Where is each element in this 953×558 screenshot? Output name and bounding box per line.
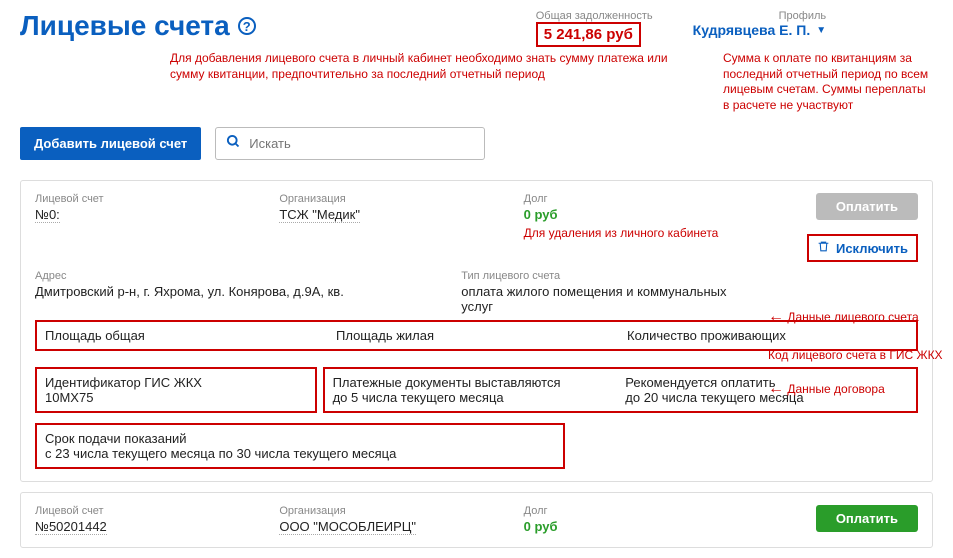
area-total-label: Площадь общая (45, 328, 326, 343)
area-living-label: Площадь жилая (336, 328, 617, 343)
annot-account-data: ← Данные лицевого счета (768, 308, 953, 326)
debt-label: Долг (524, 505, 760, 517)
total-debt-value: 5 241,86 руб (536, 22, 641, 47)
account-number[interactable]: №50201442 (35, 519, 107, 535)
readings-box: Срок подачи показаний с 23 числа текущег… (35, 423, 565, 469)
org-value[interactable]: ТСЖ "Медик" (279, 207, 360, 223)
search-icon (226, 134, 241, 153)
gis-id-value: 10МХ75 (45, 390, 307, 405)
debt-label: Долг (524, 193, 760, 205)
search-field[interactable] (215, 127, 485, 160)
account-number[interactable]: №0: (35, 207, 60, 223)
help-icon[interactable]: ? (238, 17, 256, 35)
add-account-button[interactable]: Добавить лицевой счет (20, 127, 201, 160)
gis-id-label: Идентификатор ГИС ЖКХ (45, 375, 307, 390)
page-title: Лицевые счета ? (20, 10, 256, 42)
docs-issued-value: до 5 числа текущего месяца (333, 390, 616, 405)
debt-value: 0 руб (524, 207, 760, 222)
arrow-icon: ← (768, 380, 784, 397)
address-label: Адрес (35, 270, 453, 282)
pay-button[interactable]: Оплатить (816, 505, 918, 532)
annot-gis-code: Код лицевого счета в ГИС ЖКХ (768, 348, 953, 362)
chevron-down-icon: ▼ (816, 25, 826, 36)
search-input[interactable] (249, 136, 474, 151)
org-value[interactable]: ООО "МОСОБЛЕИРЦ" (279, 519, 416, 535)
address-value: Дмитровский р-н, г. Яхрома, ул. Конярова… (35, 284, 453, 299)
profile-label: Профиль (693, 10, 826, 22)
page-title-text: Лицевые счета (20, 10, 230, 42)
account-label: Лицевой счет (35, 193, 271, 205)
arrow-icon: ← (768, 308, 784, 325)
readings-label: Срок подачи показаний (45, 431, 555, 446)
total-debt-label: Общая задолженность (536, 10, 653, 22)
add-account-hint: Для добавления лицевого счета в личный к… (170, 51, 703, 82)
profile-name-text: Кудрявцева Е. П. (693, 22, 811, 38)
account-card: Лицевой счет №50201442 Организация ООО "… (20, 492, 933, 548)
delete-hint: Для удаления из личного кабинета (524, 226, 760, 240)
acct-type-label: Тип лицевого счета (461, 270, 760, 282)
account-label: Лицевой счет (35, 505, 271, 517)
org-label: Организация (279, 505, 515, 517)
annot-contract-data: ← Данные договора (768, 380, 953, 398)
gis-id-box: Идентификатор ГИС ЖКХ 10МХ75 (35, 367, 317, 413)
readings-value: с 23 числа текущего месяца по 30 числа т… (45, 446, 555, 461)
org-label: Организация (279, 193, 515, 205)
docs-issued-label: Платежные документы выставляются (333, 375, 616, 390)
acct-type-value: оплата жилого помещения и коммунальных у… (461, 284, 760, 314)
profile-dropdown[interactable]: Кудрявцева Е. П. ▼ (693, 22, 826, 38)
debt-hint: Сумма к оплате по квитанциям за последни… (723, 51, 933, 113)
